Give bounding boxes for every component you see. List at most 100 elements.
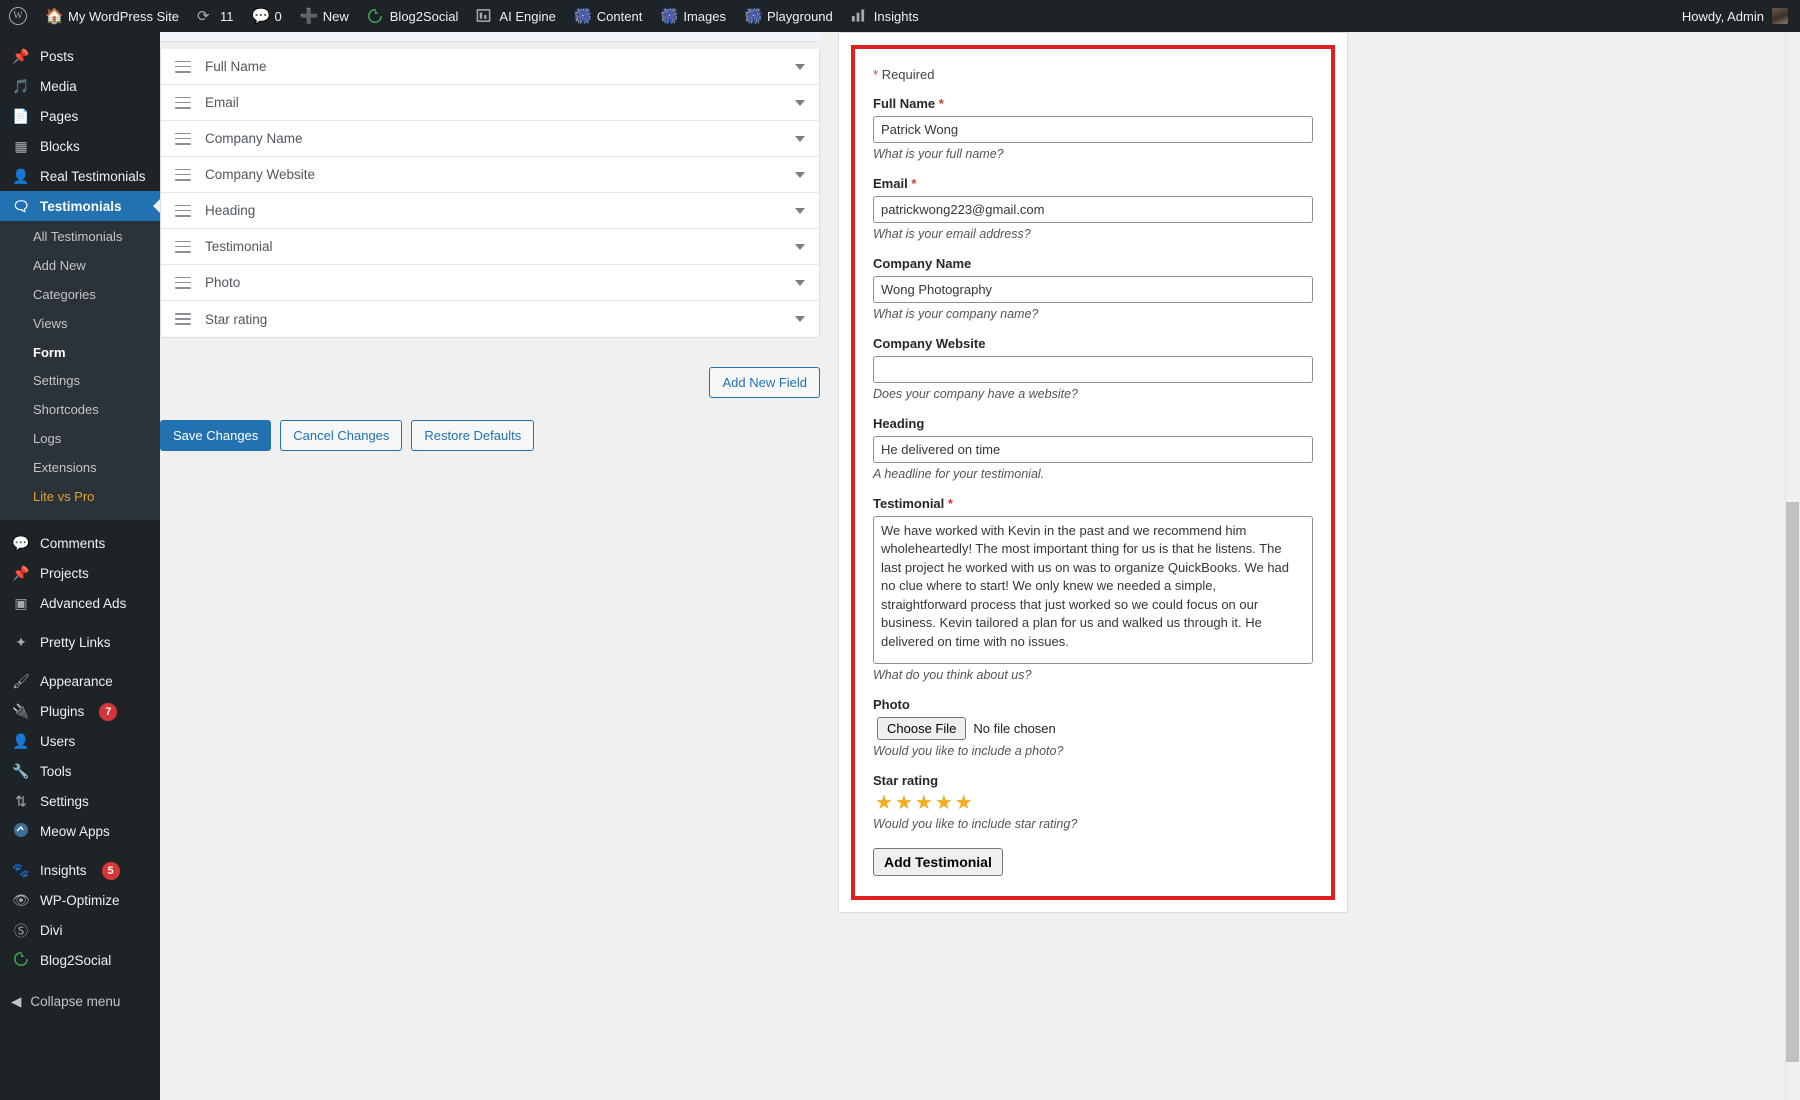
chevron-down-icon[interactable]: [795, 316, 805, 322]
drag-handle-icon[interactable]: [175, 61, 191, 73]
sidebar-item-posts[interactable]: 📌 Posts: [0, 41, 160, 71]
sidebar-item-advanced-ads[interactable]: ▣ Advanced Ads: [0, 589, 160, 619]
playground-button[interactable]: 🎆 Playground: [735, 0, 842, 32]
wordpress-logo-button[interactable]: [0, 0, 36, 32]
sidebar-item-lite-vs-pro[interactable]: Lite vs Pro: [0, 483, 160, 512]
scrollbar-thumb[interactable]: [1786, 502, 1799, 1062]
drag-handle-icon[interactable]: [175, 313, 191, 325]
content-button[interactable]: 🎆 Content: [565, 0, 652, 32]
company-website-group: Company Website Does your company have a…: [873, 336, 1313, 401]
sidebar-item-meow-apps[interactable]: Meow Apps: [0, 817, 160, 847]
drag-handle-icon[interactable]: [175, 241, 191, 253]
drag-handle-icon[interactable]: [175, 169, 191, 181]
company-name-input[interactable]: [873, 276, 1313, 303]
star-icon[interactable]: ★: [935, 793, 953, 813]
chevron-down-icon[interactable]: [795, 100, 805, 106]
table-row[interactable]: Testimonial: [161, 229, 819, 265]
sidebar-item-wp-optimize[interactable]: 👁 WP-Optimize: [0, 886, 160, 916]
company-website-input[interactable]: [873, 356, 1313, 383]
updates-button[interactable]: ⟳ 11: [188, 0, 243, 32]
sidebar-item-projects[interactable]: 📌 Projects: [0, 559, 160, 589]
sidebar-item-plugins[interactable]: 🔌 Plugins 7: [0, 697, 160, 727]
sidebar-item-real-testimonials[interactable]: 👤 Real Testimonials: [0, 161, 160, 191]
sidebar-item-users[interactable]: 👤 Users: [0, 727, 160, 757]
drag-handle-icon[interactable]: [175, 133, 191, 145]
ai-engine-button[interactable]: AI Engine: [467, 0, 564, 32]
account-menu[interactable]: Howdy, Admin: [1682, 8, 1800, 24]
chevron-down-icon[interactable]: [795, 64, 805, 70]
chevron-down-icon[interactable]: [795, 172, 805, 178]
add-new-field-row: Add New Field: [160, 367, 820, 398]
sidebar-item-views[interactable]: Views: [0, 310, 160, 339]
sidebar-item-shortcodes[interactable]: Shortcodes: [0, 396, 160, 425]
pin-icon: 📌: [11, 565, 31, 582]
site-name-button[interactable]: 🏠 My WordPress Site: [36, 0, 188, 32]
table-row[interactable]: Star rating: [161, 301, 819, 337]
star-rating-control[interactable]: ★★★★★: [875, 793, 1313, 813]
page-scrollbar[interactable]: [1785, 32, 1800, 1100]
field-label: Company Name: [205, 131, 303, 146]
full-name-input[interactable]: [873, 116, 1313, 143]
menu-top-spacer: [0, 32, 160, 41]
table-row[interactable]: Email: [161, 85, 819, 121]
choose-file-button[interactable]: Choose File: [877, 717, 966, 740]
sidebar-item-form[interactable]: Form: [0, 339, 160, 368]
sidebar-item-comments[interactable]: 💬 Comments: [0, 529, 160, 559]
drag-handle-icon[interactable]: [175, 205, 191, 217]
cancel-changes-button[interactable]: Cancel Changes: [280, 420, 402, 451]
drag-handle-icon[interactable]: [175, 277, 191, 289]
table-row[interactable]: Full Name: [161, 49, 819, 85]
sidebar-item-logs[interactable]: Logs: [0, 425, 160, 454]
table-row[interactable]: Company Website: [161, 157, 819, 193]
heading-input[interactable]: [873, 436, 1313, 463]
testimonial-textarea[interactable]: We have worked with Kevin in the past an…: [873, 516, 1313, 664]
sidebar-item-extensions[interactable]: Extensions: [0, 454, 160, 483]
email-input[interactable]: [873, 196, 1313, 223]
star-icon[interactable]: ★: [915, 793, 933, 813]
save-changes-button[interactable]: Save Changes: [160, 420, 271, 451]
field-label: Company Website: [205, 167, 315, 182]
testimonial-label: Testimonial *: [873, 496, 1313, 511]
blog2social-label: Blog2Social: [390, 10, 459, 23]
collapse-menu-button[interactable]: ◀ Collapse menu: [0, 985, 160, 1019]
sidebar-item-all-testimonials[interactable]: All Testimonials: [0, 223, 160, 252]
field-label: Heading: [205, 203, 255, 218]
comments-button[interactable]: 💬 0: [243, 0, 291, 32]
sidebar-item-label: Posts: [40, 49, 74, 64]
sidebar-item-settings[interactable]: ⇅ Settings: [0, 787, 160, 817]
main-content: Full Name Email Company Name Company Web…: [160, 32, 1800, 1100]
updates-icon: ⟳: [197, 8, 214, 25]
images-button[interactable]: 🎆 Images: [651, 0, 735, 32]
add-testimonial-button[interactable]: Add Testimonial: [873, 848, 1003, 876]
sidebar-item-blocks[interactable]: ▦ Blocks: [0, 131, 160, 161]
chevron-down-icon[interactable]: [795, 280, 805, 286]
sidebar-item-settings[interactable]: Settings: [0, 367, 160, 396]
star-icon[interactable]: ★: [895, 793, 913, 813]
sidebar-item-add-new[interactable]: Add New: [0, 252, 160, 281]
sidebar-item-appearance[interactable]: 🖌 Appearance: [0, 667, 160, 697]
new-content-button[interactable]: ➕ New: [291, 0, 358, 32]
sidebar-item-testimonials[interactable]: 🗨 Testimonials: [0, 191, 160, 221]
sidebar-item-tools[interactable]: 🔧 Tools: [0, 757, 160, 787]
sidebar-item-divi[interactable]: Ⓢ Divi: [0, 916, 160, 946]
restore-defaults-button[interactable]: Restore Defaults: [411, 420, 534, 451]
sidebar-item-insights[interactable]: 🐾 Insights 5: [0, 856, 160, 886]
sidebar-item-media[interactable]: 🎵 Media: [0, 71, 160, 101]
insights-button[interactable]: Insights: [842, 0, 928, 32]
star-icon[interactable]: ★: [875, 793, 893, 813]
full-name-label-text: Full Name: [873, 96, 935, 111]
chevron-down-icon[interactable]: [795, 244, 805, 250]
star-icon[interactable]: ★: [955, 793, 973, 813]
chevron-down-icon[interactable]: [795, 208, 805, 214]
chevron-down-icon[interactable]: [795, 136, 805, 142]
sidebar-item-pretty-links[interactable]: ✦ Pretty Links: [0, 628, 160, 658]
sidebar-item-blog2social[interactable]: Blog2Social: [0, 946, 160, 976]
drag-handle-icon[interactable]: [175, 97, 191, 109]
sidebar-item-pages[interactable]: 📄 Pages: [0, 101, 160, 131]
table-row[interactable]: Photo: [161, 265, 819, 301]
add-new-field-button[interactable]: Add New Field: [709, 367, 820, 398]
table-row[interactable]: Company Name: [161, 121, 819, 157]
sidebar-item-categories[interactable]: Categories: [0, 281, 160, 310]
table-row[interactable]: Heading: [161, 193, 819, 229]
blog2social-button[interactable]: Blog2Social: [358, 0, 468, 32]
